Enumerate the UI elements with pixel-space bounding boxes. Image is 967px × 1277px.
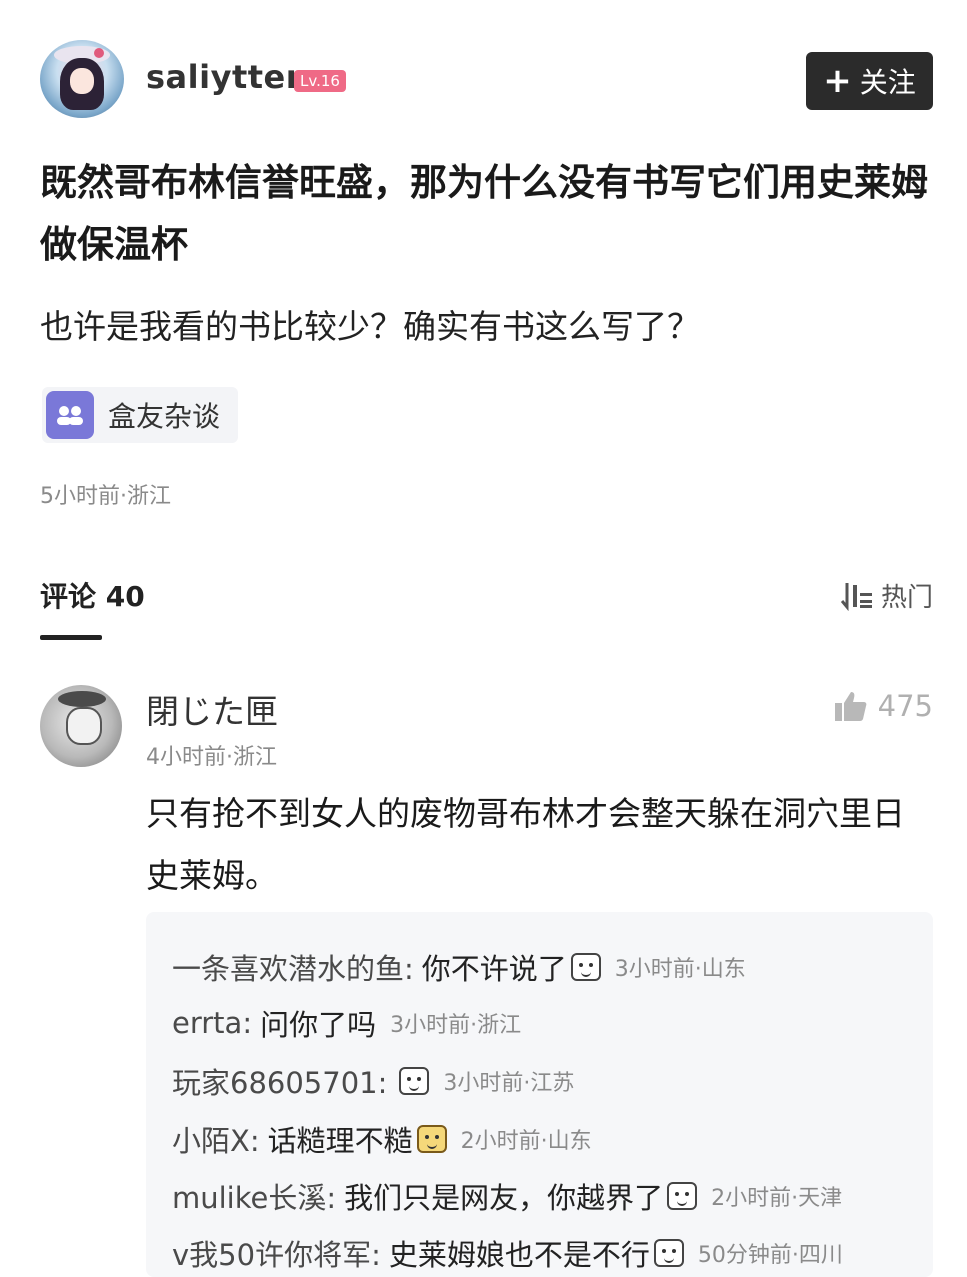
sort-label: 热门	[880, 583, 933, 613]
active-tab-indicator	[40, 635, 102, 640]
like-button[interactable]: 475	[834, 689, 933, 723]
follow-button[interactable]: + 关注	[806, 52, 933, 110]
reply-time: 2小时前·山东	[460, 1129, 592, 1154]
reply-item[interactable]: errta: 问你了吗 3小时前·浙江	[172, 1002, 521, 1044]
comments-count-tab[interactable]: 评论 40	[40, 575, 145, 615]
reply-time: 3小时前·浙江	[390, 1013, 522, 1038]
reply-text: 话糙理不糙	[267, 1124, 413, 1158]
reply-text: 你不许说了	[421, 952, 567, 986]
reply-list: 一条喜欢潜水的鱼: 你不许说了 3小时前·山东 errta: 问你了吗 3小时前…	[146, 912, 933, 1277]
grin-face-icon	[653, 1239, 684, 1267]
commenter-name[interactable]: 閉じた匣	[146, 685, 278, 733]
reply-author[interactable]: errta:	[172, 1006, 252, 1040]
reply-author[interactable]: 小陌X:	[172, 1118, 260, 1160]
reply-time: 3小时前·江苏	[443, 1071, 575, 1096]
post-header: saliytter Lv.16 + 关注	[40, 38, 933, 122]
topic-tag[interactable]: 盒友杂谈	[42, 387, 239, 443]
post-title: 既然哥布林信誉旺盛，那为什么没有书写它们用史莱姆做保温杯	[40, 161, 928, 266]
thumbs-up-icon	[834, 692, 867, 721]
reply-author[interactable]: mulike长溪:	[172, 1175, 336, 1217]
reply-author[interactable]: 一条喜欢潜水的鱼:	[172, 946, 414, 988]
reply-item[interactable]: 小陌X: 话糙理不糙 2小时前·山东	[172, 1118, 592, 1160]
plus-icon: +	[823, 61, 852, 101]
reply-text: 史莱姆娘也不是不行	[388, 1238, 650, 1272]
reply-item[interactable]: mulike长溪: 我们只是网友，你越界了 2小时前·天津	[172, 1175, 842, 1217]
cat-face-icon	[416, 1125, 447, 1153]
reply-time: 2小时前·天津	[711, 1186, 843, 1211]
reply-text: 问你了吗	[260, 1008, 377, 1042]
reply-text: 我们只是网友，你越界了	[344, 1181, 664, 1215]
post-meta: 5小时前·浙江	[40, 484, 171, 509]
comment-time: 4小时前·浙江	[146, 745, 277, 770]
author-avatar[interactable]	[40, 40, 124, 118]
smirk-face-icon	[399, 1067, 430, 1095]
comment-text: 只有抢不到女人的废物哥布林才会整天躲在洞穴里日史莱姆。	[146, 794, 905, 895]
post-body: 也许是我看的书比较少？确实有书这么写了？	[40, 307, 700, 346]
reply-item[interactable]: 一条喜欢潜水的鱼: 你不许说了 3小时前·山东	[172, 946, 746, 988]
sort-button[interactable]: 热门	[840, 577, 933, 614]
commenter-avatar[interactable]	[40, 685, 122, 767]
reply-time: 50分钟前·四川	[697, 1243, 843, 1268]
crying-face-icon	[570, 953, 601, 981]
like-count: 475	[877, 689, 933, 723]
author-name[interactable]: saliytter	[146, 58, 302, 96]
level-badge: Lv.16	[294, 70, 346, 92]
reply-time: 3小时前·山东	[614, 957, 746, 982]
reply-item[interactable]: 玩家68605701: 3小时前·江苏	[172, 1060, 574, 1102]
smirk-face-icon	[667, 1182, 698, 1210]
reply-author[interactable]: v我50许你将军:	[172, 1232, 381, 1274]
topic-label: 盒友杂谈	[108, 400, 221, 433]
comments-tab-bar: 评论 40 热门	[40, 575, 933, 645]
follow-label: 关注	[859, 66, 916, 99]
reply-author[interactable]: 玩家68605701:	[172, 1060, 387, 1102]
sort-icon	[840, 582, 872, 611]
reply-item[interactable]: v我50许你将军: 史莱姆娘也不是不行 50分钟前·四川	[172, 1232, 843, 1274]
group-chat-icon	[46, 391, 94, 439]
